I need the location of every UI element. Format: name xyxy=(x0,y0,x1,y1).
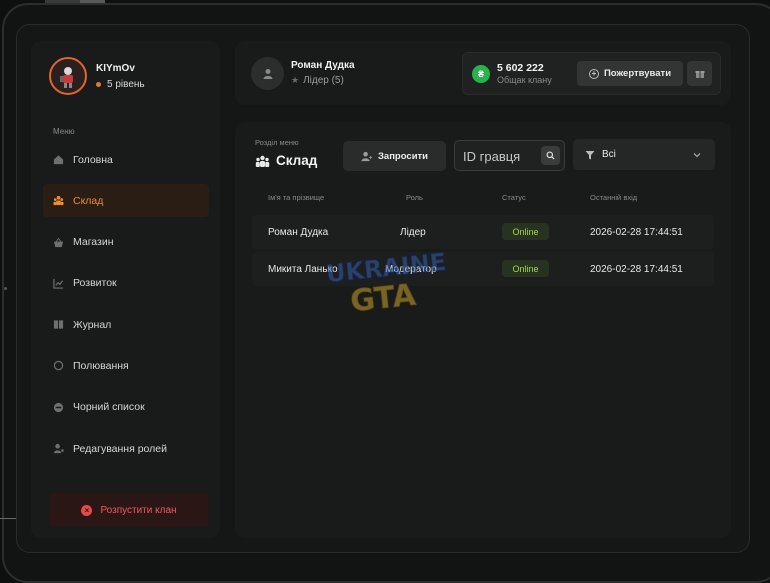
avatar xyxy=(49,57,87,95)
close-icon: × xyxy=(81,504,93,516)
header-user-name: Роман Дудка xyxy=(291,60,355,71)
disband-clan-button[interactable]: × Розпустити клан xyxy=(49,493,209,527)
sidebar-item-edit-roles[interactable]: Редагування ролей xyxy=(43,432,209,465)
star-icon: ★ xyxy=(291,75,300,85)
filter-icon xyxy=(585,151,595,160)
clan-wallet: ₴ 5 602 222 Общак клану + Пожертвувати xyxy=(462,52,721,95)
member-role: Лідер xyxy=(400,227,426,238)
member-last-login: 2026-02-28 17:44:51 xyxy=(590,227,683,238)
sidebar-item-label: Журнал xyxy=(73,318,112,331)
character-icon xyxy=(60,67,73,88)
donate-button[interactable]: + Пожертвувати xyxy=(577,61,683,86)
table-row[interactable]: Микита Ланько Модератор Online 2026-02-2… xyxy=(252,252,714,286)
sidebar-item-label: Головна xyxy=(73,153,113,166)
status-badge: Online xyxy=(502,260,549,277)
gift-icon xyxy=(695,70,704,78)
device-side-dot xyxy=(4,287,7,290)
header-user-role-text: Лідер (5) xyxy=(303,75,344,86)
basket-icon xyxy=(53,237,64,248)
book-icon xyxy=(53,319,64,330)
sidebar-item-blacklist[interactable]: Чорний список xyxy=(43,391,209,424)
user-icon xyxy=(263,68,272,79)
search-input[interactable] xyxy=(463,147,541,165)
disband-label: Розпустити клан xyxy=(100,504,177,516)
plus-icon: + xyxy=(588,68,599,79)
table-header: Ім'я та прізвище Роль Статус Останній вх… xyxy=(268,193,708,205)
chart-icon xyxy=(53,278,64,289)
sidebar-item-label: Магазин xyxy=(73,236,114,249)
wallet-label: Общак клану xyxy=(497,75,552,85)
member-name: Роман Дудка xyxy=(268,227,329,238)
sidebar: KIYmOv 5 рівень Меню Головна Склад Магаз… xyxy=(31,41,220,538)
header-bar: Роман Дудка ★ Лідер (5) ₴ 5 602 222 Обща… xyxy=(235,41,731,105)
sidebar-item-home[interactable]: Головна xyxy=(43,143,209,176)
sidebar-item-label: Редагування ролей xyxy=(73,442,167,455)
sidebar-item-journal[interactable]: Журнал xyxy=(43,308,209,341)
profile-level-text: 5 рівень xyxy=(107,79,145,90)
sidebar-menu: Головна Склад Магазин Розвиток Журнал По… xyxy=(43,143,209,473)
invite-button[interactable]: Запросити xyxy=(343,141,446,171)
member-role: Модератор xyxy=(385,264,437,275)
member-name: Микита Ланько xyxy=(268,264,338,275)
user-edit-icon xyxy=(53,443,64,454)
page-title-text: Склад xyxy=(276,153,318,168)
column-header-role: Роль xyxy=(406,193,423,202)
bezel-notch-highlight xyxy=(80,0,105,3)
users-icon xyxy=(255,155,270,167)
donate-label: Пожертвувати xyxy=(603,68,672,79)
role-filter-select[interactable]: Всі xyxy=(573,139,715,170)
menu-label: Меню xyxy=(53,127,75,136)
profile-level: 5 рівень xyxy=(96,79,145,90)
sidebar-item-label: Розвиток xyxy=(73,277,117,290)
add-user-icon xyxy=(361,151,372,161)
gift-button[interactable] xyxy=(687,61,712,86)
column-header-name: Ім'я та прізвище xyxy=(268,193,325,202)
player-search xyxy=(454,140,565,171)
search-button[interactable] xyxy=(541,146,560,165)
profile-name: KIYmOv xyxy=(96,63,135,74)
user-avatar xyxy=(251,57,284,90)
section-label: Розділ меню xyxy=(255,138,299,147)
target-icon xyxy=(53,360,64,371)
sidebar-item-label: Полювання xyxy=(73,359,129,372)
page-title: Склад xyxy=(255,153,317,168)
member-last-login: 2026-02-28 17:44:51 xyxy=(590,264,683,275)
home-icon xyxy=(53,154,64,165)
main-content: Розділ меню Склад Запросити Всі Ім'я та … xyxy=(235,122,731,538)
wallet-amount: 5 602 222 xyxy=(497,62,544,74)
table-row[interactable]: Роман Дудка Лідер Online 2026-02-28 17:4… xyxy=(252,215,714,249)
level-dot xyxy=(96,82,101,87)
users-icon xyxy=(53,195,64,206)
sidebar-item-warehouse[interactable]: Склад xyxy=(43,184,209,218)
search-icon xyxy=(546,151,555,160)
sidebar-item-label: Склад xyxy=(73,194,104,207)
filter-value: Всі xyxy=(602,149,616,160)
sidebar-item-label: Чорний список xyxy=(73,401,145,414)
sidebar-item-development[interactable]: Розвиток xyxy=(43,267,209,300)
block-icon xyxy=(53,402,64,413)
sidebar-item-hunting[interactable]: Полювання xyxy=(43,349,209,382)
profile xyxy=(49,57,87,95)
column-header-status: Статус xyxy=(502,193,526,202)
header-user-role: ★ Лідер (5) xyxy=(291,75,344,86)
column-header-last-login: Останній вхід xyxy=(590,193,638,202)
invite-label: Запросити xyxy=(377,150,429,162)
chevron-down-icon xyxy=(693,153,701,158)
coin-icon: ₴ xyxy=(472,65,490,83)
sidebar-item-shop[interactable]: Магазин xyxy=(43,226,209,259)
status-badge: Online xyxy=(502,223,549,240)
